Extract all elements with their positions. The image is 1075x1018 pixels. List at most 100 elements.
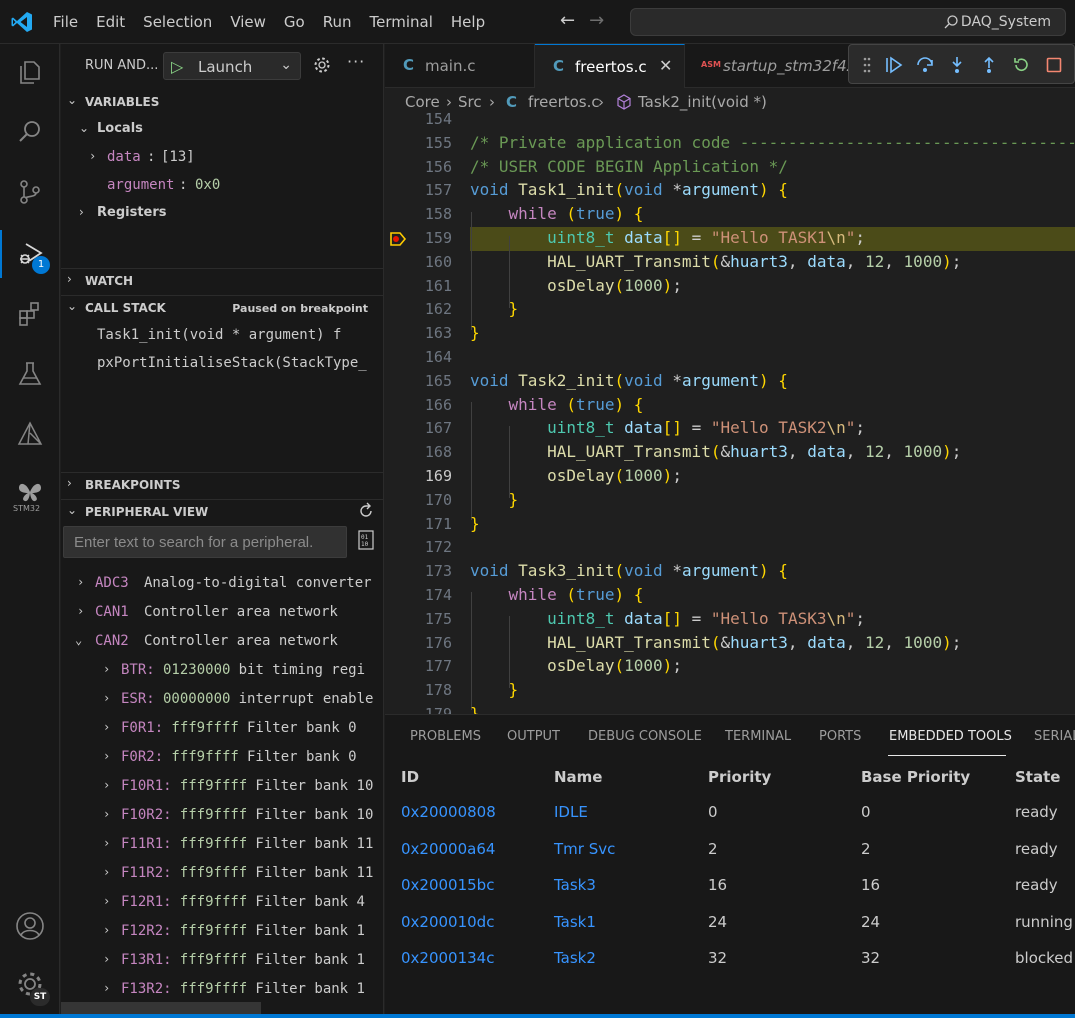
peripheral-search-field[interactable] [63, 526, 347, 558]
tab-freertos-c[interactable]: C freertos.c ✕ [535, 44, 685, 88]
start-debugging-icon[interactable]: ▷ [171, 57, 183, 76]
variables-section-header[interactable]: ⌄ VARIABLES [61, 90, 383, 114]
launch-config-dropdown[interactable]: ▷ Launch ⌄ [163, 52, 301, 80]
line-number[interactable]: 173 [385, 562, 452, 580]
register-row[interactable]: › F12R1: fff9ffff Filter bank 4 [61, 889, 383, 915]
line-number[interactable]: 171 [385, 515, 452, 533]
line-number[interactable]: 158 [385, 205, 452, 223]
breadcrumb-symbol[interactable]: Task2_init(void *) [638, 93, 767, 111]
task-name[interactable]: IDLE [554, 803, 588, 821]
explorer-icon[interactable] [0, 48, 60, 96]
continue-icon[interactable] [885, 56, 903, 74]
line-number[interactable]: 174 [385, 586, 452, 604]
peripheral-view-section-header[interactable]: ⌄ PERIPHERAL VIEW [61, 499, 383, 523]
watch-section-header[interactable]: › WATCH [61, 268, 383, 292]
menu-file[interactable]: File [44, 13, 87, 31]
tab-terminal[interactable]: TERMINAL [725, 729, 791, 744]
restart-icon[interactable] [1012, 56, 1030, 74]
stack-frame[interactable]: pxPortInitialiseStack(StackType_ [61, 350, 383, 376]
register-row[interactable]: › F12R2: fff9ffff Filter bank 1 [61, 918, 383, 944]
table-row[interactable]: 0x20000a64 Tmr Svc 2 2 ready [385, 840, 1075, 877]
task-id[interactable]: 0x20000a64 [401, 840, 495, 858]
tab-main-c[interactable]: C main.c [385, 44, 535, 88]
menu-run[interactable]: Run [314, 13, 361, 31]
extensions-icon[interactable] [0, 290, 60, 338]
menu-edit[interactable]: Edit [87, 13, 134, 31]
line-number[interactable]: 154 [385, 110, 452, 128]
line-number[interactable]: 179 [385, 705, 452, 714]
forward-arrow-icon[interactable]: → [589, 10, 604, 31]
accounts-icon[interactable] [0, 902, 60, 950]
register-row[interactable]: › F13R1: fff9ffff Filter bank 1 [61, 947, 383, 973]
back-arrow-icon[interactable]: ← [560, 10, 575, 31]
peripheral-row[interactable]: › CAN1 Controller area network [61, 599, 383, 625]
menu-terminal[interactable]: Terminal [361, 13, 442, 31]
gear-icon[interactable] [313, 56, 331, 74]
line-number[interactable]: 177 [385, 657, 452, 675]
tab-embedded-tools[interactable]: EMBEDDED TOOLS [889, 729, 1012, 744]
code-editor[interactable]: 154 155 156 157 158 159 160 161 162 163 164 165 166 1… [385, 110, 1075, 714]
line-number[interactable]: 167 [385, 419, 452, 437]
task-name[interactable]: Task3 [554, 876, 596, 894]
menu-go[interactable]: Go [275, 13, 314, 31]
line-number[interactable]: 178 [385, 681, 452, 699]
task-id[interactable]: 0x200015bc [401, 876, 494, 894]
line-number[interactable]: 166 [385, 396, 452, 414]
line-number[interactable]: 172 [385, 538, 452, 556]
line-number[interactable]: 162 [385, 300, 452, 318]
register-row[interactable]: › ESR: 00000000 interrupt enable [61, 686, 383, 712]
breadcrumb-core[interactable]: Core [405, 93, 440, 111]
menu-view[interactable]: View [221, 13, 275, 31]
peripheral-row[interactable]: › ADC3 Analog-to-digital converter [61, 570, 383, 596]
vscode-logo-icon[interactable] [10, 10, 34, 34]
line-number[interactable]: 163 [385, 324, 452, 342]
stack-frame[interactable]: Task1_init(void * argument) f [61, 322, 383, 348]
register-row[interactable]: › F11R1: fff9ffff Filter bank 11 [61, 831, 383, 857]
stop-icon[interactable] [1045, 56, 1063, 74]
task-id[interactable]: 0x200010dc [401, 913, 494, 931]
horizontal-scrollbar[interactable] [61, 1002, 261, 1014]
tab-ports[interactable]: PORTS [819, 729, 861, 744]
line-number[interactable]: 175 [385, 610, 452, 628]
tab-output[interactable]: OUTPUT [507, 729, 560, 744]
refresh-icon[interactable] [357, 502, 375, 520]
register-row[interactable]: › F11R2: fff9ffff Filter bank 11 [61, 860, 383, 886]
cmake-icon[interactable] [0, 410, 60, 458]
register-row[interactable]: › F13R2: fff9ffff Filter bank 1 [61, 976, 383, 1002]
command-center[interactable]: DAQ_System [630, 8, 1066, 36]
source-control-icon[interactable] [0, 168, 60, 216]
close-icon[interactable]: ✕ [659, 56, 672, 75]
locals-scope[interactable]: ⌄ Locals [61, 116, 383, 142]
search-icon[interactable] [0, 108, 60, 156]
call-stack-section-header[interactable]: ⌄ CALL STACK Paused on breakpoint [61, 295, 383, 319]
registers-scope[interactable]: › Registers [61, 200, 383, 226]
step-over-icon[interactable] [916, 56, 934, 74]
table-row[interactable]: 0x20000808 IDLE 0 0 ready [385, 803, 1075, 840]
line-number[interactable]: 169 [385, 467, 452, 485]
peripheral-search-input[interactable] [64, 527, 346, 557]
binary-format-icon[interactable]: 0110 [358, 530, 374, 550]
variable-row[interactable]: › data : [13] [61, 144, 383, 170]
tab-problems[interactable]: PROBLEMS [410, 729, 481, 744]
line-number[interactable]: 161 [385, 277, 452, 295]
line-number[interactable]: 176 [385, 634, 452, 652]
tab-debug-console[interactable]: DEBUG CONSOLE [588, 729, 702, 744]
register-row[interactable]: › F0R2: fff9ffff Filter bank 0 [61, 744, 383, 770]
menu-help[interactable]: Help [442, 13, 494, 31]
register-row[interactable]: › BTR: 01230000 bit timing regi [61, 657, 383, 683]
run-debug-icon[interactable]: 1 [0, 230, 60, 278]
task-id[interactable]: 0x2000134c [401, 949, 494, 967]
peripheral-row[interactable]: ⌄ CAN2 Controller area network [61, 628, 383, 654]
register-row[interactable]: › F10R1: fff9ffff Filter bank 10 [61, 773, 383, 799]
line-number[interactable]: 155 [385, 134, 452, 152]
line-number[interactable]: 168 [385, 443, 452, 461]
testing-icon[interactable] [0, 350, 60, 398]
register-row[interactable]: › F10R2: fff9ffff Filter bank 10 [61, 802, 383, 828]
variable-row[interactable]: argument : 0x0 [61, 172, 383, 198]
breakpoints-section-header[interactable]: › BREAKPOINTS [61, 472, 383, 496]
line-number[interactable]: 157 [385, 181, 452, 199]
tab-startup-asm[interactable]: ASM startup_stm32f42 [685, 44, 856, 88]
menu-selection[interactable]: Selection [134, 13, 221, 31]
task-name[interactable]: Task1 [554, 913, 596, 931]
line-number[interactable]: 156 [385, 158, 452, 176]
